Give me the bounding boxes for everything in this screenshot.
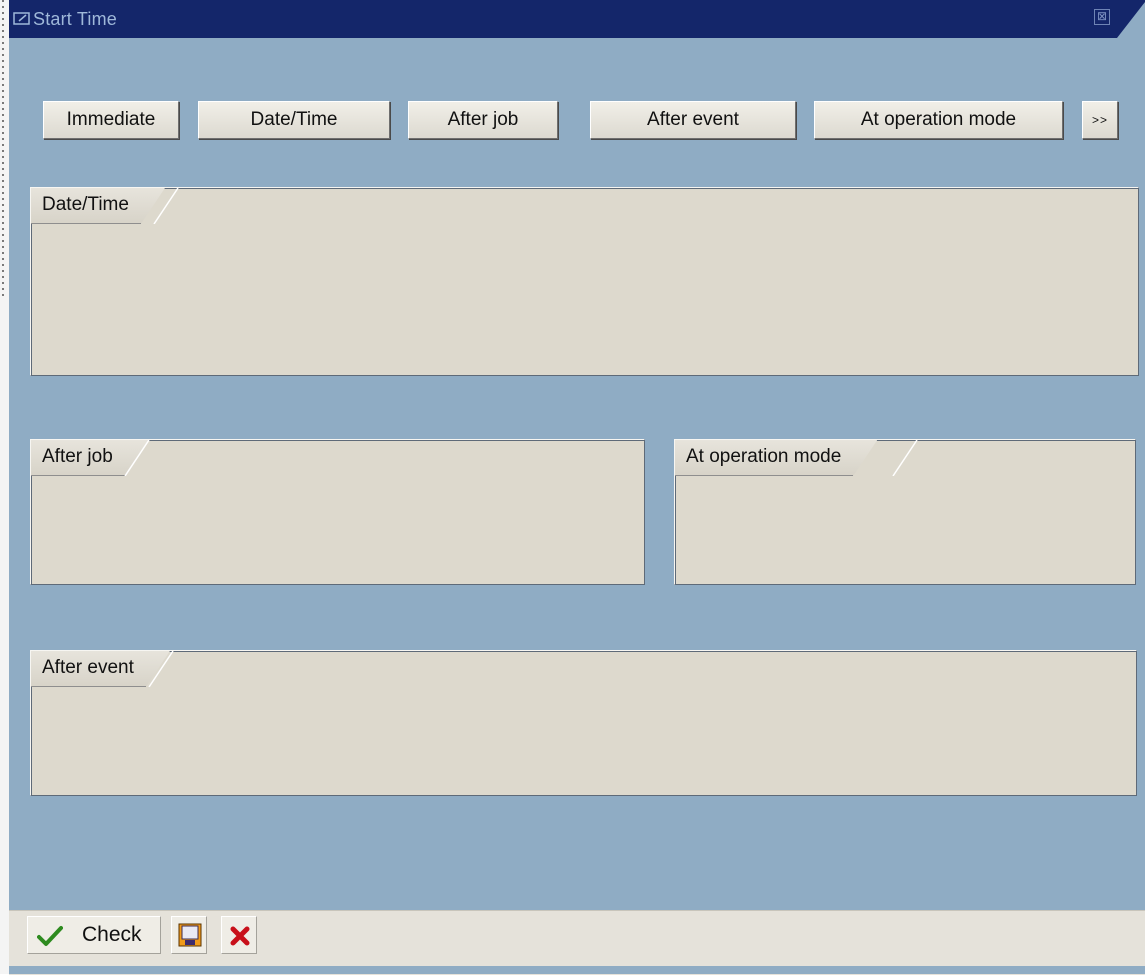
date-time-group: Date/Time [30, 187, 1139, 376]
after-event-tab-edge [148, 651, 174, 687]
after-event-button[interactable]: After event [590, 101, 796, 139]
at-operation-mode-group-title: At operation mode [675, 440, 877, 476]
after-job-button[interactable]: After job [408, 101, 558, 139]
date-time-tab-edge [153, 188, 179, 224]
date-time-group-title: Date/Time [31, 188, 165, 224]
date-time-button[interactable]: Date/Time [198, 101, 390, 139]
cancel-icon [230, 926, 250, 946]
more-options-button[interactable]: >> [1082, 101, 1118, 139]
check-button[interactable]: Check [27, 916, 161, 954]
after-event-group: After event [30, 650, 1137, 796]
at-operation-mode-button[interactable]: At operation mode [814, 101, 1063, 139]
check-button-label: Check [82, 923, 142, 946]
edge-dots [2, 0, 4, 300]
start-time-dialog: Start Time ⊠ Immediate Date/Time After j… [9, 0, 1145, 975]
dialog-title: Start Time [33, 9, 118, 29]
immediate-button[interactable]: Immediate [43, 101, 179, 139]
after-job-group: After job [30, 439, 645, 585]
bottom-border [9, 966, 1145, 974]
save-icon [178, 923, 202, 947]
at-operation-mode-tab-edge [892, 440, 918, 476]
save-button[interactable] [171, 916, 207, 954]
dialog-window-icon [13, 12, 30, 25]
cancel-button[interactable] [221, 916, 257, 954]
title-bar [9, 0, 1145, 38]
checkmark-icon [37, 926, 63, 946]
close-icon[interactable]: ⊠ [1094, 9, 1110, 25]
after-job-tab-edge [124, 440, 150, 476]
